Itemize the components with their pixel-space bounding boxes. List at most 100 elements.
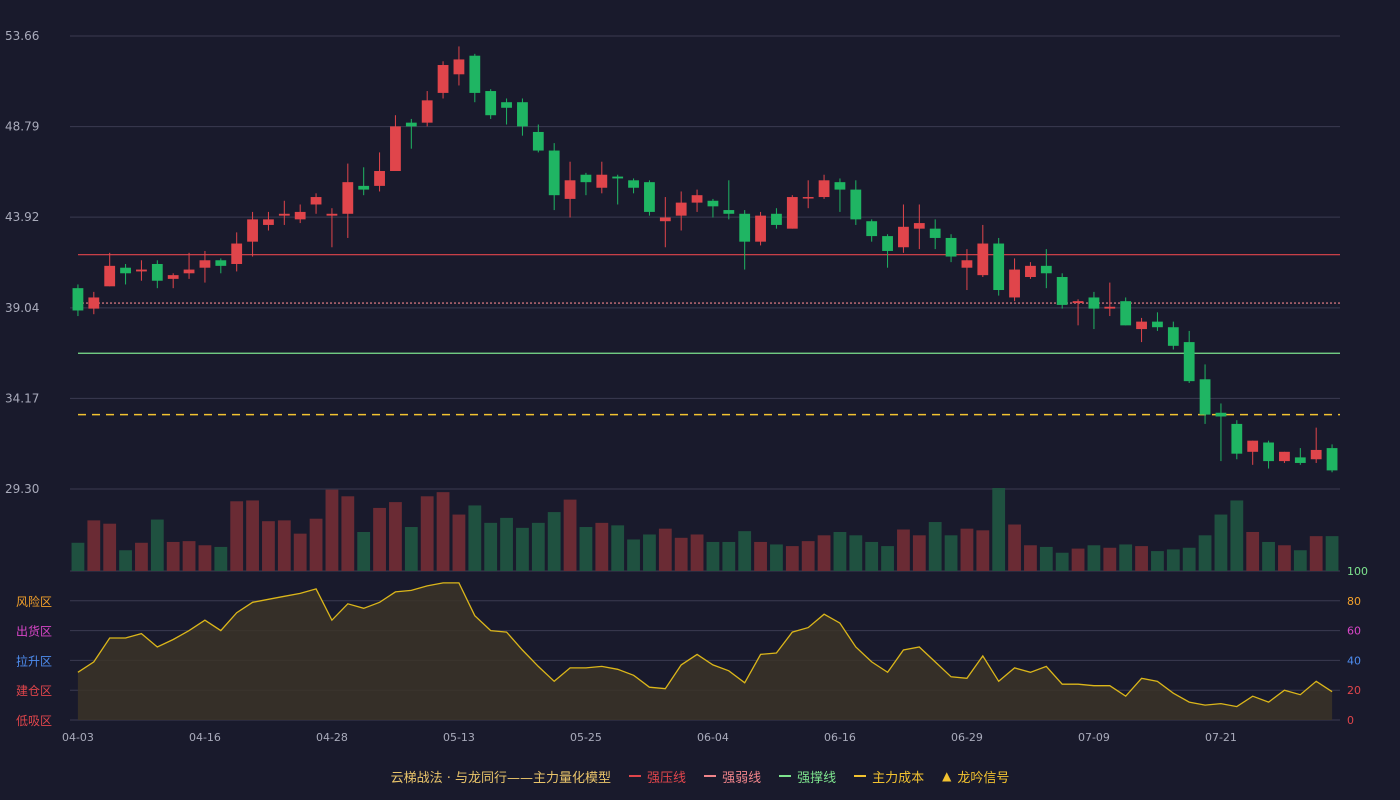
volume-bar: [182, 541, 196, 571]
volume-bar: [1055, 552, 1069, 571]
candle-body: [1152, 321, 1163, 328]
volume-bar: [531, 522, 545, 571]
volume-bar: [817, 535, 831, 571]
volume-bar: [1309, 536, 1323, 571]
volume-bar: [1325, 536, 1339, 571]
volume-bar: [865, 541, 879, 571]
volume-bar: [500, 517, 513, 571]
volume-bar: [103, 523, 117, 571]
volume-bar: [674, 537, 688, 571]
volume-bar: [420, 496, 434, 571]
volume-bar: [119, 550, 132, 571]
date-tick-label: 06-04: [697, 731, 729, 744]
volume-bar: [1230, 500, 1244, 571]
volume-bar: [1087, 545, 1101, 571]
volume-bar: [690, 534, 704, 571]
candle-body: [898, 226, 909, 248]
legend-item-strong-pressure[interactable]: 强压线: [629, 767, 686, 786]
date-tick-label: 07-09: [1078, 731, 1110, 744]
candle-body: [453, 59, 465, 75]
candle-body: [882, 236, 893, 251]
candle-body: [1009, 269, 1020, 298]
candle-body: [818, 180, 830, 198]
volume-bar: [214, 546, 228, 571]
legend-label-main-cost: 主力成本: [872, 770, 925, 786]
candle-body: [1072, 301, 1084, 304]
indicator-zone-label: 低吸区: [16, 714, 52, 728]
candle-body: [88, 297, 100, 309]
candle-body: [1231, 423, 1243, 454]
candle-body: [469, 55, 481, 93]
candle-body: [1215, 412, 1227, 417]
volume-bar: [150, 519, 164, 571]
volume-bar: [1039, 546, 1053, 571]
date-tick-label: 04-28: [316, 731, 348, 744]
volume-bar: [547, 512, 561, 571]
candle-body: [1326, 448, 1338, 471]
candle-body: [183, 269, 195, 274]
volume-bar: [738, 531, 752, 571]
candle-body: [421, 100, 433, 123]
volume-bar: [1119, 544, 1133, 571]
legend-item-dragon-signal[interactable]: ▲ 龙吟信号: [942, 767, 1009, 786]
volume-bar: [325, 489, 339, 571]
legend-swatch-main-cost: [854, 775, 867, 777]
volume-bar: [516, 527, 529, 571]
candle-body: [707, 200, 719, 207]
candlestick-chart: 53.66 48.79 43.92 39.04 34.17 29.30 100 80 60 40 2…: [5, 29, 1368, 744]
volume-bar: [87, 520, 101, 571]
indicator-tick-label: 0: [1347, 714, 1354, 727]
volume-bar: [944, 535, 958, 571]
volume-bar: [262, 521, 275, 571]
candle-body: [802, 197, 814, 199]
candle-body: [580, 174, 592, 183]
candle-body: [263, 219, 274, 225]
chart-legend: 云梯战法 · 与龙同行——主力量化模型 强压线 强弱线 强撑线 主力成本 ▲ 龙…: [0, 764, 1400, 788]
volume-bar: [436, 492, 450, 571]
date-tick-label: 07-21: [1205, 731, 1237, 744]
volume-bar: [960, 528, 974, 571]
legend-item-strong-support[interactable]: 强撑线: [779, 767, 836, 786]
candle-body: [691, 195, 703, 203]
volume-bar: [976, 530, 990, 571]
candle-body: [834, 182, 846, 190]
candle-body: [1025, 265, 1036, 278]
date-tick-label: 06-29: [951, 731, 983, 744]
volume-bar: [1103, 547, 1117, 571]
candle-body: [659, 217, 671, 222]
volume-bar: [833, 531, 847, 571]
candle-body: [390, 126, 401, 172]
candle-body: [866, 221, 878, 237]
candle-body: [1040, 265, 1052, 274]
candle-body: [294, 211, 306, 220]
volume-bar: [452, 514, 466, 571]
volume-bar: [912, 535, 926, 571]
candle-body: [1120, 301, 1132, 326]
candle-body: [1136, 321, 1147, 330]
candle-body: [612, 176, 624, 179]
candle-body: [1167, 327, 1179, 346]
volume-bar: [754, 541, 767, 571]
candle-body: [913, 223, 925, 229]
candle-body: [120, 267, 131, 274]
candle-body: [374, 171, 385, 186]
price-tick-label: 53.66: [5, 29, 39, 43]
candle-body: [231, 243, 243, 264]
date-tick-label: 06-16: [824, 731, 856, 744]
candle-body: [501, 102, 512, 108]
legend-swatch-strong-pressure: [629, 775, 642, 777]
candle-body: [342, 182, 354, 214]
legend-item-strong-weak[interactable]: 强弱线: [704, 767, 761, 786]
date-tick-label: 04-16: [189, 731, 221, 744]
price-tick-label: 34.17: [5, 391, 39, 405]
legend-item-main-cost[interactable]: 主力成本: [854, 767, 924, 786]
candle-body: [596, 174, 608, 188]
volume-bar: [643, 534, 656, 571]
volume-bar: [1262, 541, 1275, 571]
volume-bar: [357, 531, 371, 571]
volume-bar: [1071, 548, 1085, 571]
volume-bar: [309, 518, 323, 571]
candle-body: [167, 275, 179, 279]
candle-body: [215, 260, 227, 266]
candle-body: [437, 65, 449, 93]
